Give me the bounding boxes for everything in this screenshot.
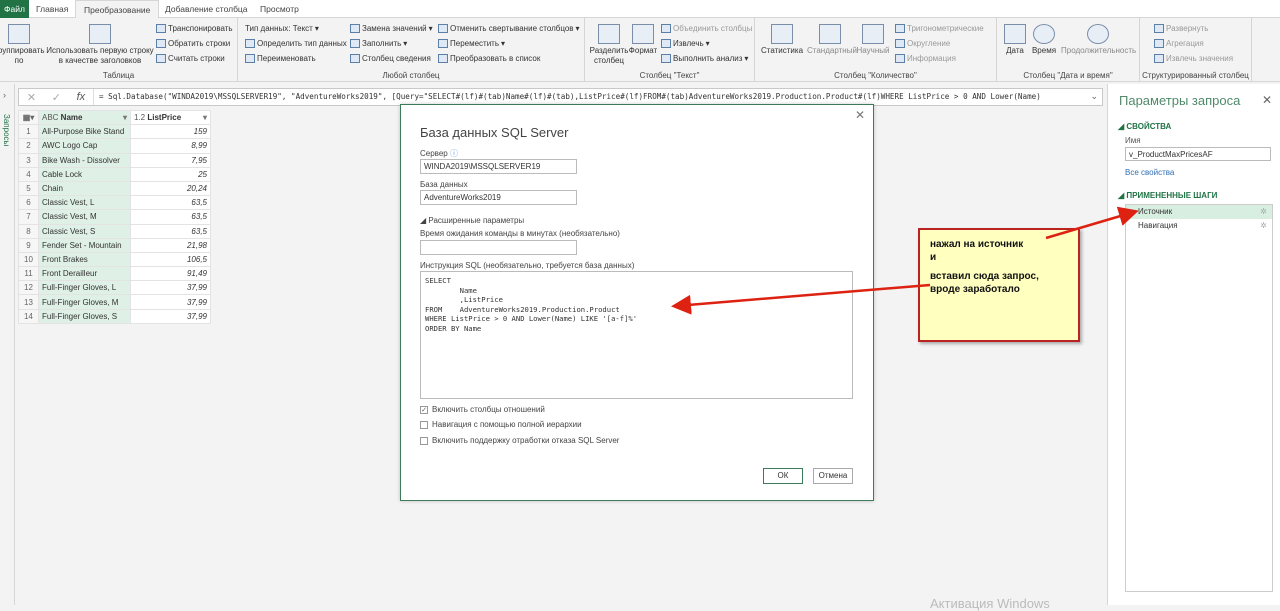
arrow-to-source-step xyxy=(1045,206,1139,240)
annotation-arrows xyxy=(671,206,1139,315)
windows-activation-watermark: Активация Windows xyxy=(930,596,1050,611)
arrow-to-sql-box xyxy=(671,283,931,315)
